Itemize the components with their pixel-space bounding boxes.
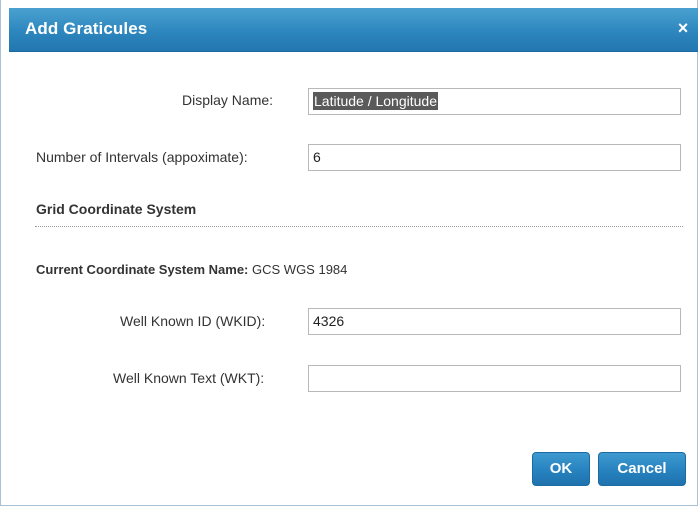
display-name-input[interactable]: Latitude / Longitude <box>308 88 681 115</box>
wkid-value: 4326 <box>313 313 345 329</box>
intervals-value: 6 <box>313 149 321 165</box>
dialog-title-bar[interactable]: Add Graticules × <box>9 8 698 52</box>
add-graticules-dialog: Add Graticules × Display Name: Latitude … <box>0 0 698 506</box>
grid-section-heading: Grid Coordinate System <box>36 201 197 217</box>
display-name-value: Latitude / Longitude <box>313 92 438 110</box>
wkid-input[interactable]: 4326 <box>308 308 681 335</box>
current-cs-row: Current Coordinate System Name: GCS WGS … <box>36 262 347 277</box>
wkt-label: Well Known Text (WKT): <box>113 370 265 386</box>
ok-button[interactable]: OK <box>532 452 590 486</box>
current-cs-value: GCS WGS 1984 <box>252 262 348 277</box>
close-icon[interactable]: × <box>673 17 693 39</box>
current-cs-label: Current Coordinate System Name: <box>36 262 249 277</box>
dialog-body: Display Name: Latitude / Longitude Numbe… <box>9 52 698 502</box>
display-name-label: Display Name: <box>182 92 274 108</box>
cancel-button[interactable]: Cancel <box>598 452 686 486</box>
wkt-input[interactable] <box>308 365 681 392</box>
intervals-label: Number of Intervals (appoximate): <box>36 149 248 165</box>
intervals-input[interactable]: 6 <box>308 144 681 171</box>
dialog-title: Add Graticules <box>25 19 148 38</box>
wkid-label: Well Known ID (WKID): <box>120 313 266 329</box>
section-divider <box>35 226 683 227</box>
